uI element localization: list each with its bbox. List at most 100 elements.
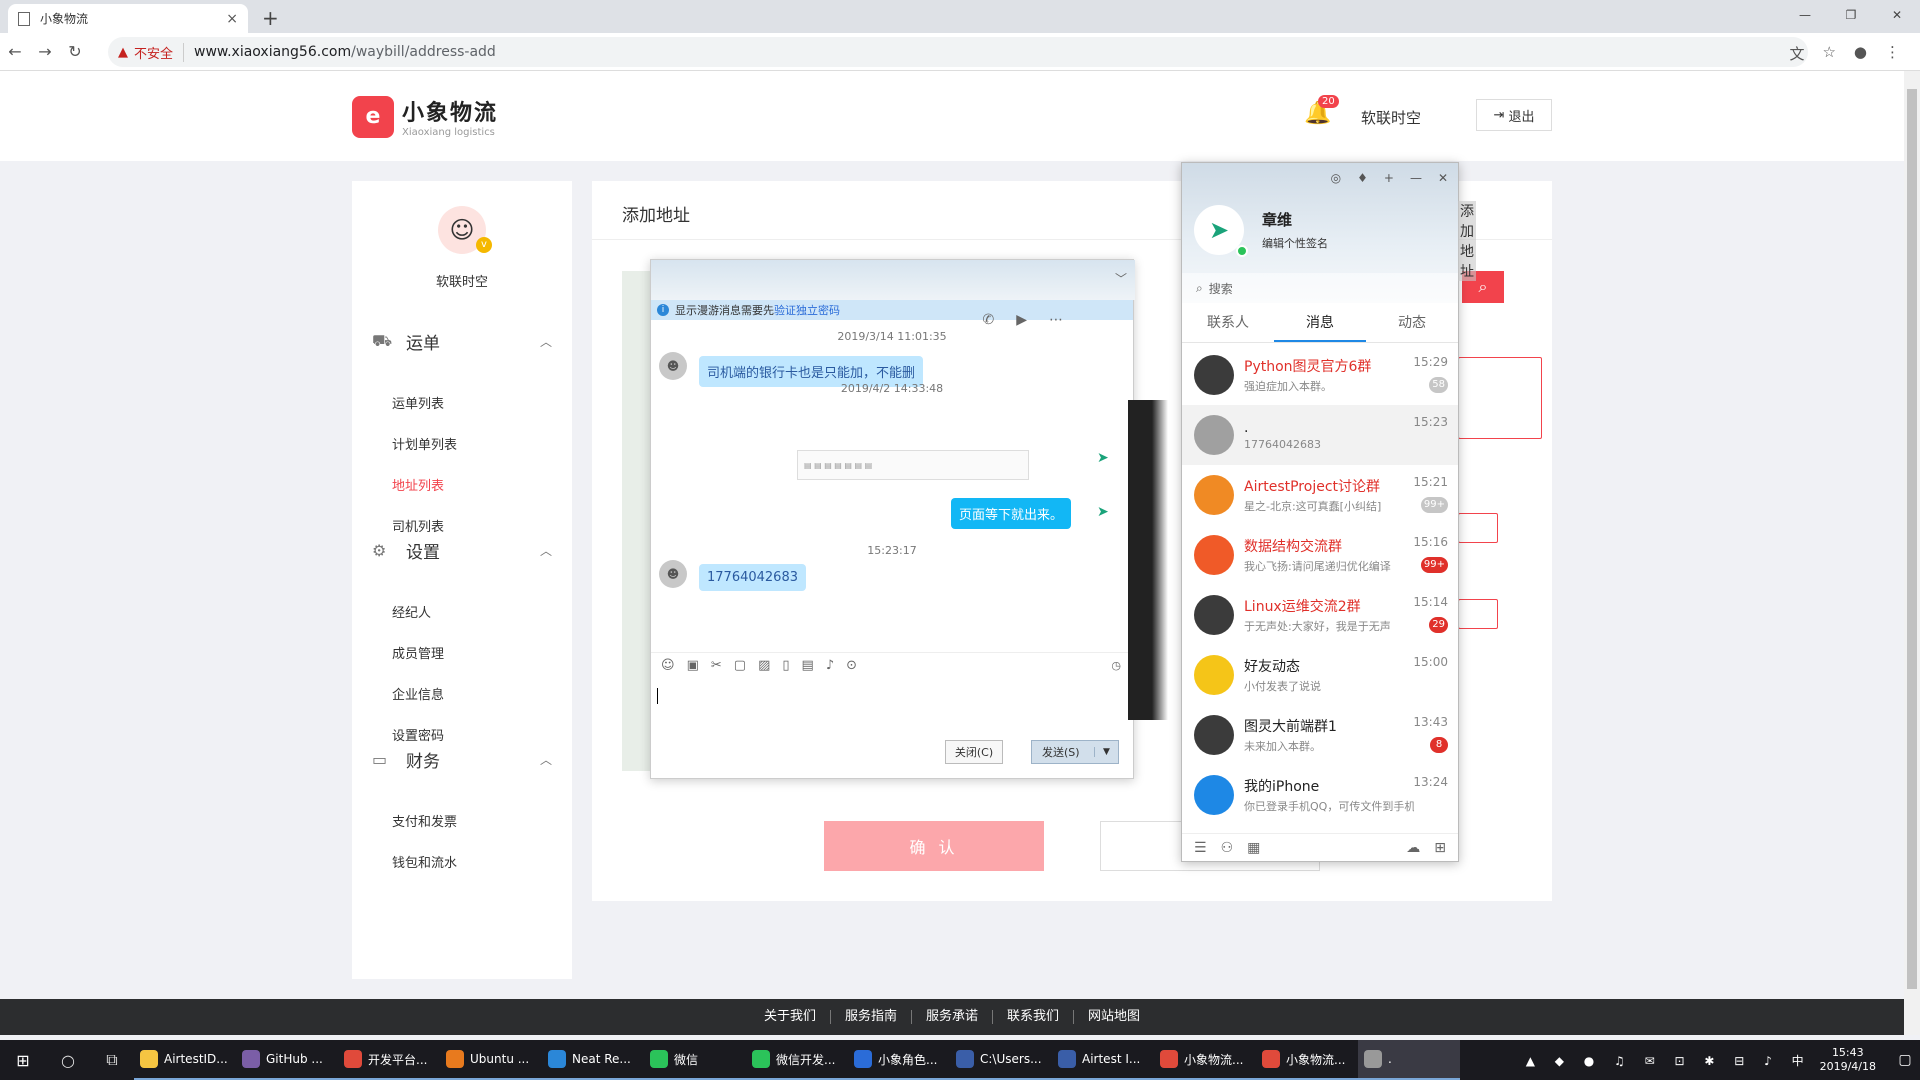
sidebar-section-finance[interactable]: ▭ 财务 ︿ — [372, 744, 552, 774]
skin-icon[interactable]: ♦ — [1357, 171, 1368, 185]
forward-icon[interactable]: → — [30, 42, 60, 61]
chevron-up-icon[interactable]: ︿ — [540, 333, 552, 350]
list-item[interactable]: . 17764042683 15:23 — [1182, 405, 1458, 465]
taskbar-app[interactable]: C:\Users... — [950, 1040, 1052, 1080]
sidebar-item-members[interactable]: 成员管理 — [392, 643, 444, 662]
footer-link-contact[interactable]: 联系我们 — [993, 1010, 1075, 1024]
sidebar-item-waybill-list[interactable]: 运单列表 — [392, 393, 444, 412]
more-options-icon[interactable]: ⊙ — [846, 658, 857, 673]
confirm-button[interactable]: 确 认 — [824, 821, 1044, 871]
taskbar-app[interactable]: 微信 — [644, 1040, 746, 1080]
menu-icon[interactable]: ⋮ — [1885, 43, 1900, 64]
taskbar-app[interactable]: 小象物流... — [1256, 1040, 1358, 1080]
image-icon[interactable]: ▨ — [758, 658, 770, 673]
chevron-up-icon[interactable]: ︿ — [540, 542, 552, 559]
footer-link-sitemap[interactable]: 网站地图 — [1074, 1010, 1154, 1024]
browser-tab[interactable]: 小象物流 × — [8, 4, 248, 33]
reload-icon[interactable]: ↻ — [60, 42, 90, 61]
list-item[interactable]: 我的iPhone 你已登录手机QQ，可传文件到手机 13:24 — [1182, 765, 1458, 825]
account-icon[interactable]: ● — [1854, 43, 1867, 64]
list-item[interactable]: 好友动态 小付发表了说说 15:00 — [1182, 645, 1458, 705]
sidebar-item-driver-list[interactable]: 司机列表 — [392, 516, 444, 535]
folder-icon[interactable]: ▢ — [734, 658, 746, 673]
online-status-icon[interactable] — [1236, 245, 1248, 257]
camera-icon[interactable]: ◎ — [1331, 171, 1341, 185]
close-button[interactable]: 关闭(C) — [945, 740, 1003, 764]
phone-field[interactable] — [1458, 599, 1498, 629]
phone-icon[interactable]: ✆ — [982, 312, 994, 328]
minimize-icon[interactable]: — — [1782, 0, 1828, 30]
sidebar-item-address-list[interactable]: 地址列表 — [392, 475, 444, 494]
back-icon[interactable]: ← — [0, 42, 30, 61]
list-item[interactable]: 数据结构交流群 我心飞扬:请问尾递归优化编译 15:16 99+ — [1182, 525, 1458, 585]
header-user-name[interactable]: 软联时空 — [1361, 107, 1421, 128]
message-input[interactable] — [657, 688, 658, 704]
contact-field[interactable] — [1458, 513, 1498, 543]
footer-link-about[interactable]: 关于我们 — [750, 1010, 831, 1024]
logout-button[interactable]: ⇥ 退出 — [1476, 99, 1552, 131]
clock[interactable]: 15:43 2019/4/18 — [1820, 1046, 1876, 1074]
tab-close-icon[interactable]: × — [226, 11, 238, 27]
footer-link-promise[interactable]: 服务承诺 — [912, 1010, 993, 1024]
translate-icon[interactable]: 文 — [1789, 43, 1804, 64]
address-bar[interactable]: ▲ 不安全 www.xiaoxiang56.com /waybill/addre… — [108, 37, 1808, 67]
signature[interactable]: 编辑个性签名 — [1262, 235, 1328, 251]
avatar[interactable]: ☻ — [659, 560, 687, 588]
list-item[interactable]: AirtestProject讨论群 星之-北京:这可真蠢[小纠结] 15:21 99+ — [1182, 465, 1458, 525]
bookmark-star-icon[interactable]: ☆ — [1822, 43, 1835, 64]
cortana-icon[interactable]: ○ — [46, 1051, 90, 1070]
tab-feed[interactable]: 动态 — [1366, 303, 1458, 342]
qq-search-input[interactable]: ⌕ 搜索 — [1182, 273, 1458, 303]
notification-icon[interactable]: ▢ — [1890, 1052, 1920, 1068]
address-textarea[interactable] — [1458, 357, 1542, 439]
chevron-down-icon[interactable]: ﹀ — [1115, 270, 1127, 287]
video-icon[interactable]: ▶ — [1016, 312, 1027, 328]
gif-icon[interactable]: ▣ — [687, 658, 699, 673]
main-menu-icon[interactable]: ☰ — [1194, 840, 1207, 856]
list-item[interactable]: Python图灵官方6群 强迫症加入本群。 15:29 58 — [1182, 345, 1458, 405]
add-friend-icon[interactable]: ⚇ — [1221, 840, 1234, 856]
scrollbar-thumb[interactable] — [1907, 89, 1917, 989]
add-icon[interactable]: + — [1384, 171, 1394, 185]
minimize-icon[interactable]: — — [1410, 171, 1422, 185]
taskbar-app[interactable]: AirtestID... — [134, 1040, 236, 1080]
tab-contacts[interactable]: 联系人 — [1182, 303, 1274, 342]
more-icon[interactable]: ⋯ — [1049, 312, 1063, 328]
tab-messages[interactable]: 消息 — [1274, 303, 1366, 342]
send-button[interactable]: 发送(S) ▼ — [1031, 740, 1119, 764]
restore-icon[interactable]: ❐ — [1828, 0, 1874, 30]
taskbar-app[interactable]: 小象角色... — [848, 1040, 950, 1080]
verify-password-link[interactable]: 验证独立密码 — [774, 304, 840, 317]
footer-link-guide[interactable]: 服务指南 — [831, 1010, 912, 1024]
taskbar-app[interactable]: . — [1358, 1040, 1460, 1080]
taskbar-app[interactable]: 开发平台... — [338, 1040, 440, 1080]
taskbar-app[interactable]: Ubuntu ... — [440, 1040, 542, 1080]
sidebar-item-company[interactable]: 企业信息 — [392, 684, 444, 703]
apps-icon[interactable]: ⊞ — [1434, 840, 1446, 856]
app-box-icon[interactable]: ▦ — [1247, 840, 1260, 856]
logo[interactable]: e 小象物流 Xiaoxiang logistics — [352, 95, 498, 138]
sidebar-section-settings[interactable]: ⚙ 设置 ︿ — [372, 535, 552, 565]
new-tab-button[interactable]: + — [262, 6, 279, 30]
music-icon[interactable]: ♪ — [826, 658, 834, 673]
red-packet-icon[interactable]: ▤ — [802, 658, 814, 673]
taskbar-app[interactable]: 微信开发... — [746, 1040, 848, 1080]
taskbar-app[interactable]: Neat Re... — [542, 1040, 644, 1080]
taskbar-app[interactable]: 小象物流... — [1154, 1040, 1256, 1080]
taskbar-app[interactable]: Airtest I... — [1052, 1040, 1154, 1080]
sidebar-section-waybill[interactable]: ⛟ 运单 ︿ — [372, 326, 552, 356]
list-item[interactable]: Linux运维交流2群 于无声处:大家好，我是于无声 15:14 29 — [1182, 585, 1458, 645]
sidebar-item-payment[interactable]: 支付和发票 — [392, 811, 457, 830]
shake-icon[interactable]: ▯ — [782, 658, 789, 673]
sidebar-item-broker[interactable]: 经纪人 — [392, 602, 431, 621]
chevron-down-icon[interactable]: ▼ — [1094, 747, 1118, 757]
tray-icons[interactable]: ▲ ◆ ● ♫ ✉ ⊡ ✱ ⊟ ♪ 中 — [1526, 1052, 1812, 1069]
scissors-icon[interactable]: ✂ — [711, 658, 722, 673]
sidebar-item-plan-list[interactable]: 计划单列表 — [392, 434, 457, 453]
history-icon[interactable]: ◷ — [1111, 659, 1121, 673]
close-window-icon[interactable]: ✕ — [1874, 0, 1920, 30]
image-message[interactable]: ▤ ▤ ▤ ▤ ▤ ▤ ▤ — [797, 450, 1029, 480]
task-view-icon[interactable]: ⧉ — [90, 1050, 134, 1070]
scrollbar[interactable] — [1904, 71, 1920, 1035]
avatar[interactable]: ☻ — [659, 352, 687, 380]
